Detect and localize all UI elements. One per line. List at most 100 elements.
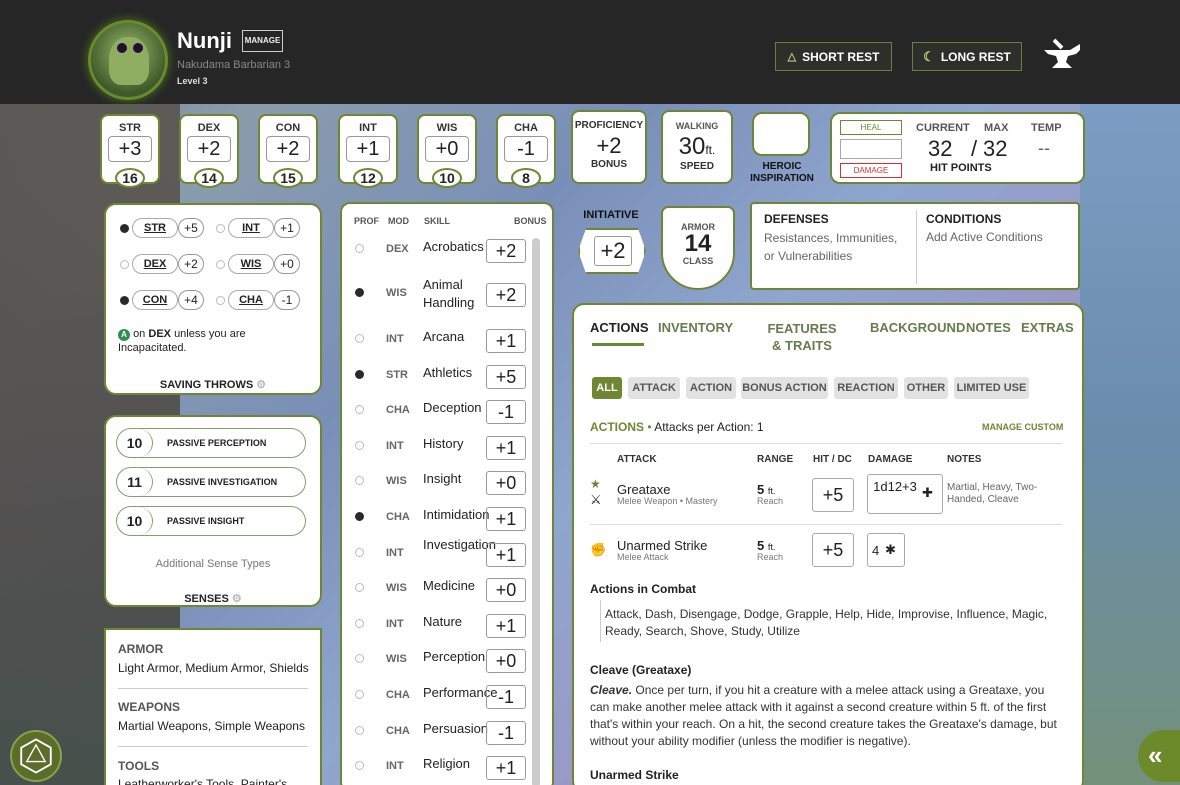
gear-icon[interactable]: ⚙ <box>232 593 242 605</box>
range-col-header: RANGE <box>757 454 794 465</box>
skill-modifier-ability: INT <box>386 618 404 630</box>
anvil-icon[interactable] <box>1040 38 1084 74</box>
skill-bonus[interactable]: -1 <box>486 721 526 745</box>
skill-row-deception[interactable]: CHA Deception -1 <box>348 393 544 427</box>
filter-other[interactable]: OTHER <box>904 377 948 399</box>
hp-current-value[interactable]: 32 <box>928 136 952 162</box>
tab-extras[interactable]: EXTRAS <box>1021 320 1074 335</box>
character-level: Level 3 <box>177 76 208 86</box>
moon-icon: ☾ <box>923 48 935 64</box>
attack-damage-button[interactable]: 4 ✱ <box>867 533 905 567</box>
skill-bonus[interactable]: +1 <box>486 614 526 638</box>
skill-row-intimidation[interactable]: CHA Intimidation +1 <box>348 500 544 534</box>
saving-throw-label: WIS <box>228 254 274 274</box>
heroic-inspiration-toggle[interactable] <box>752 112 810 156</box>
skill-bonus[interactable]: +2 <box>486 283 526 307</box>
attack-hit-button[interactable]: +5 <box>812 478 854 512</box>
skill-modifier-ability: CHA <box>386 511 410 523</box>
filter-limited-use[interactable]: LIMITED USE <box>954 377 1029 399</box>
manage-custom-button[interactable]: MANAGE CUSTOM <box>982 422 1063 432</box>
skill-row-religion[interactable]: INT Religion +1 <box>348 749 544 783</box>
filter-attack[interactable]: ATTACK <box>628 377 680 399</box>
skill-bonus[interactable]: +0 <box>486 471 526 495</box>
skill-row-history[interactable]: INT History +1 <box>348 429 544 463</box>
ability-label: STR <box>119 122 141 134</box>
skill-bonus[interactable]: +1 <box>486 543 526 567</box>
attack-hit-button[interactable]: +5 <box>812 533 854 567</box>
saving-throw-cha[interactable]: CHA -1 <box>214 289 306 311</box>
ability-card-str[interactable]: STR +3 16 <box>100 114 160 188</box>
skill-row-acrobatics[interactable]: DEX Acrobatics +2 <box>348 232 544 266</box>
skill-bonus[interactable]: +0 <box>486 649 526 673</box>
skills-header-skill: SKILL <box>424 216 450 226</box>
ability-card-dex[interactable]: DEX +2 14 <box>179 114 239 188</box>
filter-reaction[interactable]: REACTION <box>834 377 898 399</box>
skill-row-medicine[interactable]: WIS Medicine +0 <box>348 571 544 605</box>
attack-range-type: Reach <box>757 552 784 562</box>
skill-name: Medicine <box>423 578 476 593</box>
hit-points-title: HIT POINTS <box>930 162 992 174</box>
gear-icon[interactable]: ⚙ <box>256 379 266 391</box>
skill-row-athletics[interactable]: STR Athletics +5 <box>348 358 544 392</box>
skill-row-arcana[interactable]: INT Arcana +1 <box>348 322 544 356</box>
additional-sense-types[interactable]: Additional Sense Types <box>106 558 320 570</box>
attack-damage-button[interactable]: 1d12+3 ✚ <box>867 474 943 514</box>
manage-button[interactable]: MANAGE <box>242 30 283 52</box>
saving-throw-dex[interactable]: DEX +2 <box>118 253 210 275</box>
skill-bonus[interactable]: +5 <box>486 365 526 389</box>
filter-action[interactable]: ACTION <box>686 377 736 399</box>
saving-throw-wis[interactable]: WIS +0 <box>214 253 306 275</box>
cleave-lead: Cleave. <box>590 683 633 697</box>
initiative-card[interactable]: +2 <box>578 228 646 274</box>
short-rest-button[interactable]: △ SHORT REST <box>775 42 892 71</box>
skill-row-animal-handling[interactable]: WIS Animal Handling +2 <box>348 276 544 310</box>
saving-throw-str[interactable]: STR +5 <box>118 217 210 239</box>
ability-card-cha[interactable]: CHA -1 8 <box>496 114 556 188</box>
skill-row-nature[interactable]: INT Nature +1 <box>348 607 544 641</box>
skill-bonus[interactable]: +2 <box>486 239 526 263</box>
tab-actions[interactable]: ACTIONS <box>590 320 649 335</box>
initiative-value: +2 <box>594 236 632 266</box>
saving-throw-con[interactable]: CON +4 <box>118 289 210 311</box>
saving-throws-title: SAVING THROWS <box>159 379 254 391</box>
proficiency-dot <box>355 583 364 592</box>
saving-throw-int[interactable]: INT +1 <box>214 217 306 239</box>
skill-bonus[interactable]: -1 <box>486 400 526 424</box>
skill-bonus[interactable]: +1 <box>486 329 526 353</box>
tab-notes[interactable]: NOTES <box>966 320 1011 335</box>
defenses-title[interactable]: DEFENSES <box>764 212 829 226</box>
long-rest-button[interactable]: ☾ LONG REST <box>912 42 1022 71</box>
dice-roller-button[interactable] <box>10 730 62 782</box>
hp-amount-input[interactable] <box>840 139 902 159</box>
active-tab-underline <box>592 343 644 346</box>
skill-row-performance[interactable]: CHA Performance -1 <box>348 678 544 712</box>
attack-range-unit: ft. <box>767 486 776 496</box>
skill-row-investigation[interactable]: INT Investigation +1 <box>348 536 544 570</box>
heal-button[interactable]: HEAL <box>840 120 902 135</box>
skill-row-persuasion[interactable]: CHA Persuasion -1 <box>348 714 544 748</box>
skill-bonus[interactable]: +1 <box>486 507 526 531</box>
ability-card-con[interactable]: CON +2 15 <box>258 114 318 188</box>
speed-value: 30 <box>678 133 706 160</box>
tab-background[interactable]: BACKGROUND <box>870 320 965 335</box>
hp-temp-value[interactable]: -- <box>1038 138 1050 159</box>
skill-row-perception[interactable]: WIS Perception +0 <box>348 642 544 676</box>
skill-bonus[interactable]: +1 <box>486 436 526 460</box>
attack-name: Unarmed Strike <box>617 538 708 553</box>
conditions-title[interactable]: CONDITIONS <box>926 212 1001 226</box>
tab-features-traits[interactable]: FEATURES & TRAITS <box>762 320 842 354</box>
ability-card-wis[interactable]: WIS +0 10 <box>417 114 477 188</box>
avatar[interactable] <box>88 20 168 100</box>
ability-card-int[interactable]: INT +1 12 <box>338 114 398 188</box>
damage-button[interactable]: DAMAGE <box>840 163 902 178</box>
skill-bonus[interactable]: -1 <box>486 685 526 709</box>
passive-sense-label: PASSIVE INSIGHT <box>167 516 245 526</box>
proficiency-dot <box>120 260 129 269</box>
skill-bonus[interactable]: +0 <box>486 578 526 602</box>
skill-row-insight[interactable]: WIS Insight +0 <box>348 464 544 498</box>
skill-bonus[interactable]: +1 <box>486 756 526 780</box>
filter-all[interactable]: ALL <box>592 377 622 399</box>
tab-inventory[interactable]: INVENTORY <box>658 320 733 335</box>
frog-eye <box>117 43 127 53</box>
filter-bonus-action[interactable]: BONUS ACTION <box>741 377 828 399</box>
